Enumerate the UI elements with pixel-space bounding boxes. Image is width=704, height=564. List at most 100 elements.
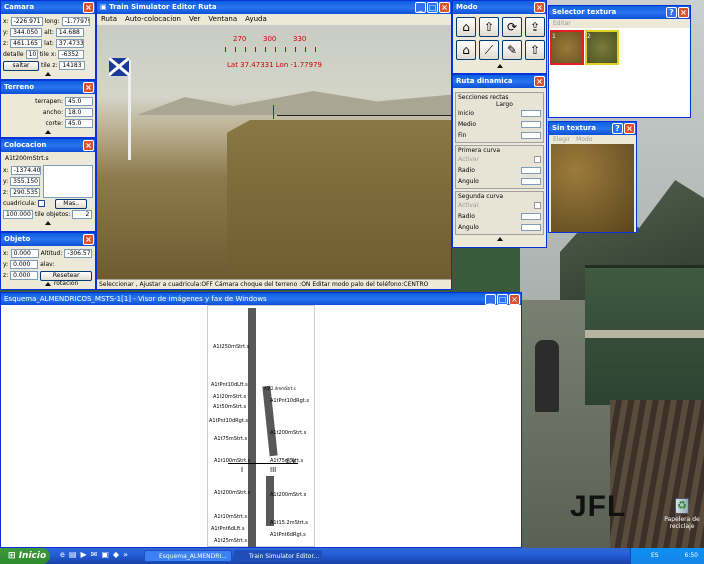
elegir-menu[interactable]: Elegir	[553, 135, 570, 144]
place-mode-icon[interactable]: ⌂	[456, 40, 476, 60]
editor-viewport[interactable]: 270 300 330 Lat 37.47331 Lon -1.77979	[97, 25, 451, 279]
terreno-titlebar[interactable]: Terreno ×	[1, 81, 95, 94]
corte-field[interactable]: 45.0	[65, 119, 93, 128]
selector-close-button[interactable]: ×	[678, 7, 689, 18]
menu-ruta[interactable]: Ruta	[101, 14, 117, 25]
maximize-button[interactable]: □	[427, 2, 438, 13]
start-button[interactable]: ⊞ Inicio	[0, 548, 50, 564]
secciones-rectas-group: Secciones rectas Largo Inicio Medio Fin	[455, 92, 544, 143]
tile-z-field[interactable]: 14183	[59, 61, 86, 70]
elevate-mode-icon[interactable]: ⇧	[525, 40, 545, 60]
saltar-button[interactable]: saltar	[3, 60, 39, 71]
altitud-field[interactable]: -306.578	[64, 249, 93, 258]
menu-ver[interactable]: Ver	[189, 14, 200, 25]
objeto-z-field[interactable]: 0.000	[10, 271, 39, 280]
objeto-close-button[interactable]: ×	[83, 234, 94, 245]
mas-button[interactable]: Mas..	[55, 198, 88, 209]
resetear-rotacion-button[interactable]: Resetear rotacion	[40, 270, 93, 287]
sintextura-titlebar[interactable]: Sin textura ? ×	[549, 122, 636, 135]
ruta-close-button[interactable]: ×	[534, 76, 545, 87]
camara-long-field[interactable]: -1.77979	[61, 17, 90, 26]
collapse-arrow-icon[interactable]	[496, 237, 503, 241]
rotate-mode-icon[interactable]: ⟳	[502, 17, 522, 37]
language-indicator[interactable]: ES	[651, 552, 659, 559]
cuadricula-checkbox[interactable]	[38, 200, 46, 207]
terreno-title: Terreno	[4, 83, 35, 91]
collapse-arrow-icon[interactable]	[496, 64, 503, 68]
minimize-button[interactable]: _	[415, 2, 426, 13]
viewer-close-button[interactable]: ×	[509, 294, 520, 305]
menu-auto-colocacion[interactable]: Auto-colocacion	[125, 14, 181, 25]
viewer-titlebar[interactable]: Esquema_ALMENDRICOS_MSTS-1[1] - Visor de…	[1, 293, 521, 305]
editor-titlebar[interactable]: ▣ Train Simulator Editor Ruta _ □ ×	[97, 1, 451, 14]
modo-titlebar[interactable]: Modo ×	[453, 1, 546, 14]
angulo2-spinner[interactable]	[521, 224, 541, 231]
objeto-y-field[interactable]: 0.000	[10, 260, 39, 269]
terrapen-field[interactable]: 45.0	[65, 97, 93, 106]
recycle-bin-shortcut[interactable]: ♻ Papelera de reciclaje	[664, 498, 700, 530]
camara-close-button[interactable]: ×	[83, 2, 94, 13]
size-field[interactable]: 100.000	[3, 210, 33, 219]
activar1-checkbox[interactable]	[534, 156, 541, 163]
tile-x-field[interactable]: -6352	[58, 50, 85, 59]
terreno-close-button[interactable]: ×	[83, 82, 94, 93]
radio1-spinner[interactable]	[521, 167, 541, 174]
select-mode-icon[interactable]: ⌂	[456, 17, 476, 37]
angulo1-spinner[interactable]	[521, 178, 541, 185]
folder-icon[interactable]: ▣	[101, 550, 109, 559]
medio-spinner[interactable]	[521, 121, 541, 128]
track-branch-strip	[262, 385, 278, 457]
track-mode-icon[interactable]: ⟋	[479, 40, 499, 60]
colocacion-titlebar[interactable]: Colocacion ×	[1, 139, 95, 152]
editor-close-button[interactable]: ×	[439, 2, 450, 13]
move-mode-icon[interactable]: ⇧	[479, 17, 499, 37]
camara-x-field[interactable]: -226.971	[10, 17, 43, 26]
raise-mode-icon[interactable]: ⇪	[525, 17, 545, 37]
help-button[interactable]: ?	[612, 123, 623, 134]
colocacion-z-field[interactable]: 290.535	[10, 188, 41, 197]
camara-alt-field[interactable]: 14.688	[55, 28, 84, 37]
objeto-titlebar[interactable]: Objeto ×	[1, 233, 95, 246]
taskbar-button-viewer[interactable]: Esquema_ALMENDRI...	[144, 550, 232, 562]
menu-ayuda[interactable]: Ayuda	[245, 14, 267, 25]
menu-ventana[interactable]: Ventana	[208, 14, 237, 25]
texture-1[interactable]: 1	[550, 30, 584, 65]
sintextura-close-button[interactable]: ×	[624, 123, 635, 134]
more-icon[interactable]: »	[123, 550, 128, 559]
media-icon[interactable]: ▶	[80, 550, 86, 559]
texture-2[interactable]: 2	[585, 30, 619, 65]
inicio-spinner[interactable]	[521, 110, 541, 117]
collapse-arrow-icon[interactable]	[45, 282, 51, 286]
objeto-x-field[interactable]: 0.000	[10, 249, 39, 258]
modo-menu[interactable]: Modo	[576, 135, 592, 144]
explorer-icon[interactable]: ▤	[69, 550, 77, 559]
collapse-arrow-icon[interactable]	[45, 72, 51, 76]
brush-mode-icon[interactable]: ✎	[502, 40, 522, 60]
fin-spinner[interactable]	[521, 132, 541, 139]
camara-titlebar[interactable]: Camara ×	[1, 1, 95, 14]
radio2-spinner[interactable]	[521, 213, 541, 220]
collapse-arrow-icon[interactable]	[45, 221, 51, 225]
camara-z-field[interactable]: 461.165	[10, 39, 43, 48]
selector-titlebar[interactable]: Selector textura ? ×	[549, 6, 690, 19]
editar-menu[interactable]: Editar	[549, 19, 690, 28]
taskbar-button-editor[interactable]: Train Simulator Editor...	[234, 550, 322, 562]
activar2-checkbox[interactable]	[534, 202, 541, 209]
modo-close-button[interactable]: ×	[534, 2, 545, 13]
app-icon[interactable]: ◆	[113, 550, 119, 559]
tile-objetos-field[interactable]: 2	[72, 210, 93, 219]
colocacion-close-button[interactable]: ×	[83, 140, 94, 151]
mail-icon[interactable]: ✉	[91, 550, 98, 559]
ruta-titlebar[interactable]: Ruta dinamica ×	[453, 75, 546, 88]
colocacion-y-field[interactable]: 355.150	[10, 177, 41, 186]
camara-lat-field[interactable]: 37.47339	[55, 39, 84, 48]
minimize-button[interactable]: _	[485, 294, 496, 305]
detalle-field[interactable]: 10	[25, 50, 38, 59]
ancho-field[interactable]: 18.0	[65, 108, 93, 117]
ie-icon[interactable]: e	[60, 550, 65, 559]
help-button[interactable]: ?	[666, 7, 677, 18]
camara-y-field[interactable]: 344.050	[10, 28, 43, 37]
collapse-arrow-icon[interactable]	[45, 130, 51, 134]
colocacion-x-field[interactable]: -1374.409	[10, 166, 41, 175]
maximize-button[interactable]: □	[497, 294, 508, 305]
